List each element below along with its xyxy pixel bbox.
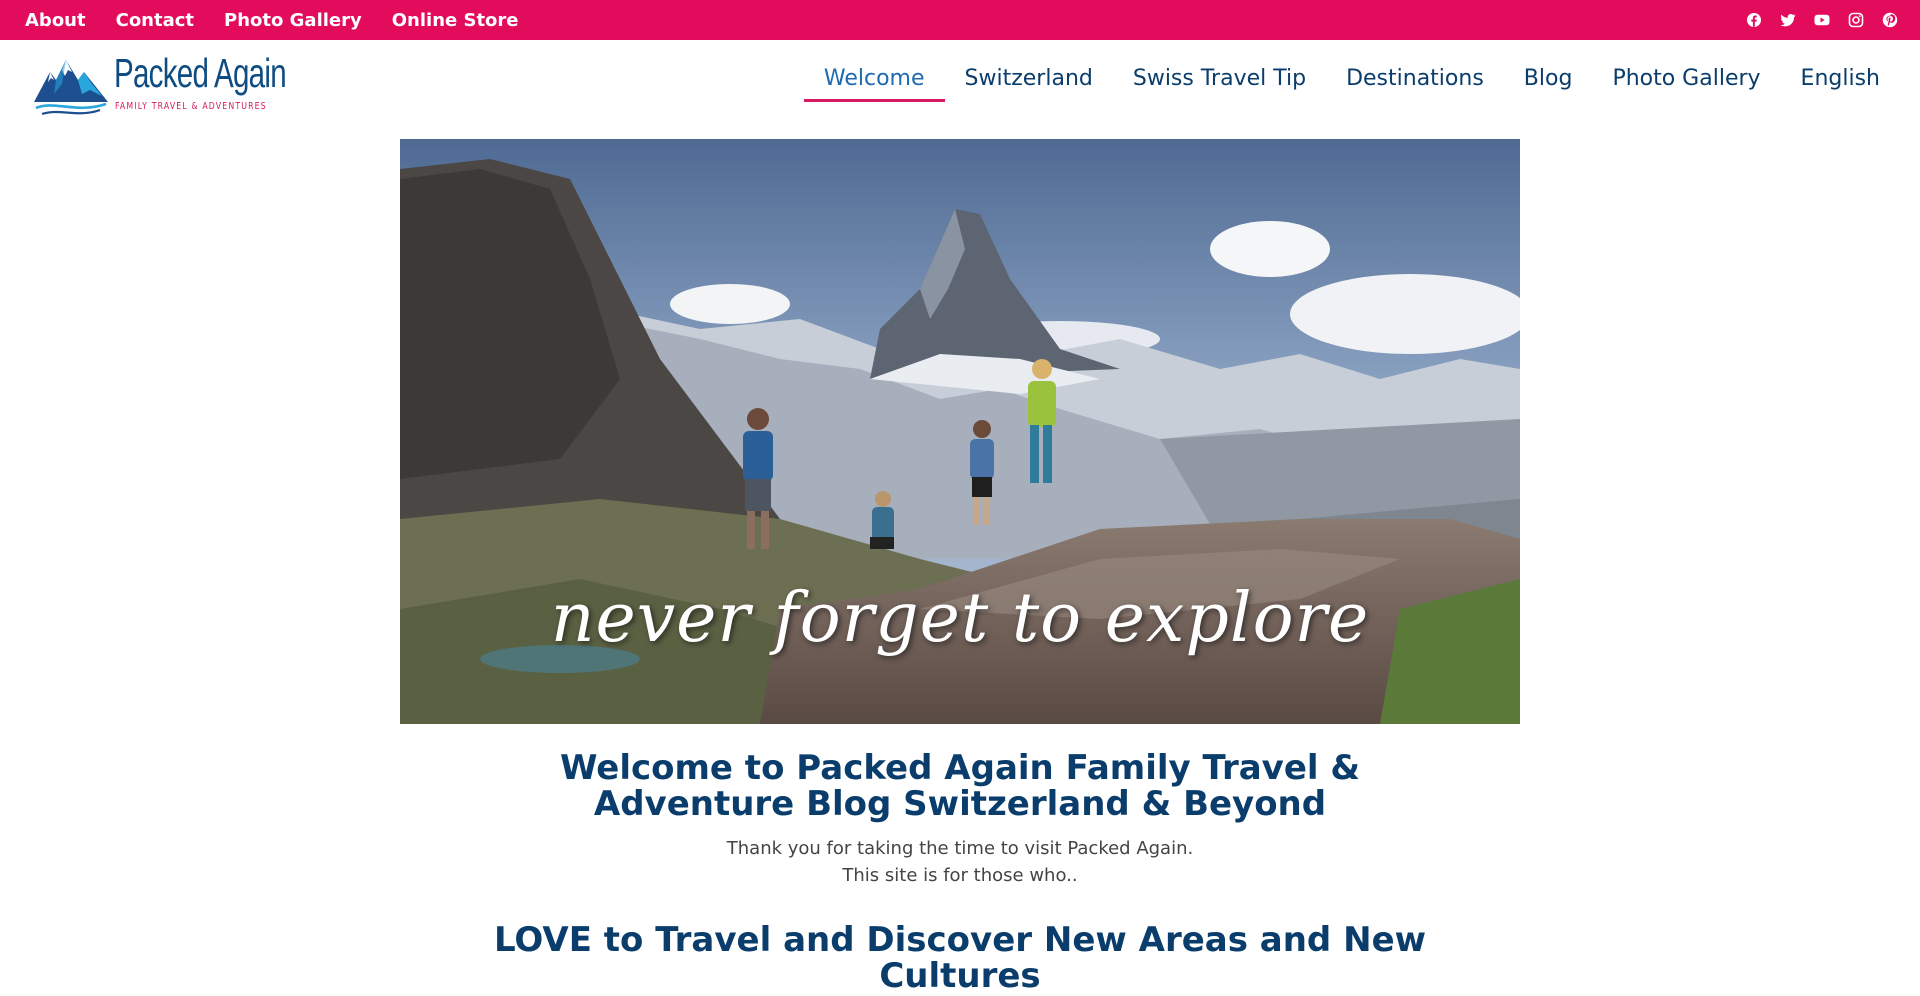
intro-line-2: This site is for those who.. <box>842 865 1078 886</box>
social-links <box>1728 0 1898 40</box>
logo-title: Packed Again <box>114 50 287 96</box>
top-link-online-store[interactable]: Online Store <box>392 10 519 31</box>
top-link-about[interactable]: About <box>25 10 86 31</box>
hero-tagline: never forget to explore <box>550 579 1370 658</box>
logo-subtitle: FAMILY TRAVEL & ADVENTURES <box>115 101 267 112</box>
nav-item-photo-gallery[interactable]: Photo Gallery <box>1612 66 1760 91</box>
nav-item-language[interactable]: English <box>1801 66 1880 91</box>
section-heading: LOVE to Travel and Discover New Areas an… <box>493 920 1427 996</box>
main-navigation: Welcome Switzerland Swiss Travel Tip Des… <box>784 66 1880 102</box>
nav-item-destinations[interactable]: Destinations <box>1346 66 1484 91</box>
mountain-logo-icon <box>34 60 108 116</box>
top-bar: About Contact Photo Gallery Online Store <box>0 0 1920 40</box>
intro-line-1: Thank you for taking the time to visit P… <box>726 838 1194 859</box>
instagram-icon[interactable] <box>1848 12 1864 28</box>
nav-item-blog[interactable]: Blog <box>1524 66 1573 91</box>
nav-item-switzerland[interactable]: Switzerland <box>965 66 1093 91</box>
youtube-icon[interactable] <box>1814 12 1830 28</box>
site-logo[interactable]: Packed Again FAMILY TRAVEL & ADVENTURES <box>32 50 287 120</box>
twitter-icon[interactable] <box>1780 12 1796 28</box>
nav-item-welcome[interactable]: Welcome <box>803 66 945 102</box>
welcome-heading: Welcome to Packed Again Family Travel & … <box>559 748 1361 824</box>
top-link-photo-gallery[interactable]: Photo Gallery <box>224 10 362 31</box>
top-links: About Contact Photo Gallery Online Store <box>25 0 549 40</box>
facebook-icon[interactable] <box>1746 12 1762 28</box>
top-link-contact[interactable]: Contact <box>116 10 194 31</box>
intro-text: Thank you for taking the time to visit P… <box>460 835 1460 889</box>
pinterest-icon[interactable] <box>1882 12 1898 28</box>
nav-item-swiss-travel-tip[interactable]: Swiss Travel Tip <box>1133 66 1306 91</box>
hero-image: never forget to explore <box>400 139 1520 724</box>
